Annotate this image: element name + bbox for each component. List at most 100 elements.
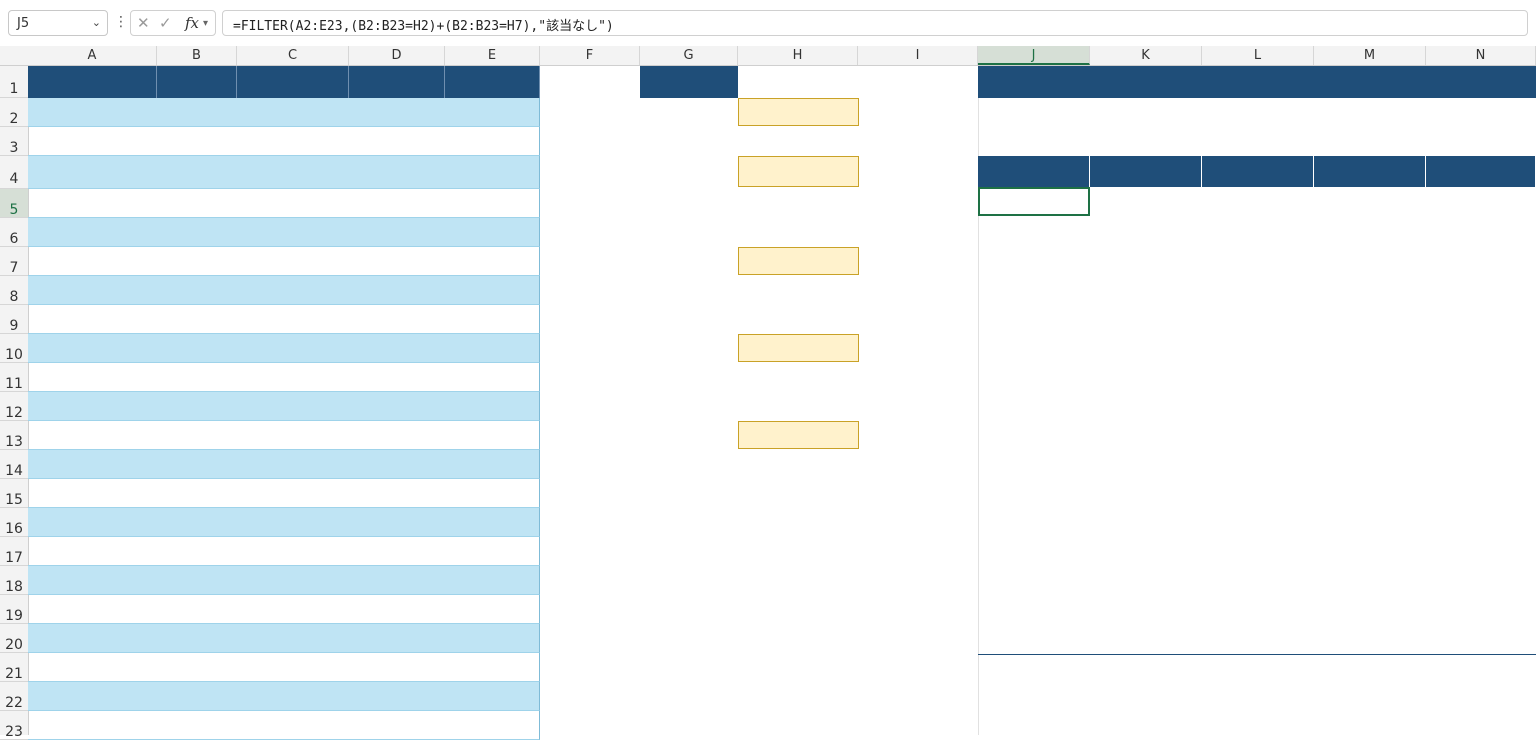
table-cell[interactable] bbox=[28, 98, 157, 127]
table-cell[interactable] bbox=[28, 450, 157, 479]
helper-f-cell[interactable] bbox=[540, 276, 640, 305]
table-cell[interactable] bbox=[349, 305, 445, 334]
table-cell[interactable] bbox=[157, 624, 237, 653]
helper-f-cell[interactable] bbox=[540, 711, 640, 740]
helper-g-cell[interactable] bbox=[640, 479, 738, 508]
helper-f-cell[interactable] bbox=[540, 156, 640, 189]
result-table-cell[interactable] bbox=[1202, 506, 1314, 535]
table-cell[interactable] bbox=[349, 595, 445, 624]
table-cell[interactable] bbox=[237, 537, 349, 566]
table-cell[interactable] bbox=[237, 156, 349, 189]
table-cell[interactable] bbox=[28, 392, 157, 421]
result-table-cell[interactable] bbox=[1314, 477, 1426, 506]
result-table-cell[interactable] bbox=[1314, 187, 1426, 216]
helper-g-cell[interactable] bbox=[640, 653, 738, 682]
row-header-17[interactable]: 17 bbox=[0, 537, 28, 566]
table-cell[interactable] bbox=[157, 653, 237, 682]
result-table-cell[interactable] bbox=[1314, 274, 1426, 303]
table-cell[interactable] bbox=[157, 392, 237, 421]
helper-f-cell[interactable] bbox=[540, 624, 640, 653]
result-table-cell[interactable] bbox=[1314, 361, 1426, 390]
table-cell[interactable] bbox=[28, 653, 157, 682]
result-table-cell[interactable] bbox=[1426, 622, 1536, 651]
fx-icon[interactable]: fx bbox=[185, 14, 199, 32]
table-cell[interactable] bbox=[28, 189, 157, 218]
table-cell[interactable] bbox=[349, 392, 445, 421]
helper-g-cell[interactable] bbox=[640, 156, 738, 189]
result-table-cell[interactable] bbox=[978, 303, 1090, 332]
result-table-cell[interactable] bbox=[978, 593, 1090, 622]
table-cell[interactable] bbox=[28, 421, 157, 450]
result-table-cell[interactable] bbox=[1202, 622, 1314, 651]
condition-input[interactable] bbox=[738, 156, 859, 187]
helper-f-cell[interactable] bbox=[540, 450, 640, 479]
table-cell[interactable] bbox=[445, 98, 540, 127]
result-table-cell[interactable] bbox=[978, 245, 1090, 274]
table-cell[interactable] bbox=[237, 508, 349, 537]
chevron-down-icon[interactable]: ⌄ bbox=[92, 16, 101, 29]
table-cell[interactable] bbox=[237, 189, 349, 218]
result-table-cell[interactable] bbox=[1202, 593, 1314, 622]
table-cell[interactable] bbox=[445, 653, 540, 682]
result-table-cell[interactable] bbox=[1090, 593, 1202, 622]
result-table-cell[interactable] bbox=[1426, 477, 1536, 506]
column-header-k[interactable]: K bbox=[1090, 46, 1202, 65]
column-header-g[interactable]: G bbox=[640, 46, 738, 65]
column-header-a[interactable]: A bbox=[28, 46, 157, 65]
result-table-cell[interactable] bbox=[1090, 245, 1202, 274]
helper-g-cell[interactable] bbox=[640, 450, 738, 479]
more-options-icon[interactable]: ⋮ bbox=[114, 14, 128, 30]
result-table-cell[interactable] bbox=[1090, 187, 1202, 216]
helper-g-cell[interactable] bbox=[640, 334, 738, 363]
result-table-cell[interactable] bbox=[1314, 622, 1426, 651]
branch-list-item[interactable] bbox=[860, 189, 978, 218]
table-cell[interactable] bbox=[349, 653, 445, 682]
table-cell[interactable] bbox=[349, 508, 445, 537]
helper-g-cell[interactable] bbox=[640, 566, 738, 595]
column-header-b[interactable]: B bbox=[157, 46, 237, 65]
result-table-cell[interactable] bbox=[1426, 187, 1536, 216]
row-header-22[interactable]: 22 bbox=[0, 682, 28, 711]
result-table-cell[interactable] bbox=[1314, 593, 1426, 622]
table-cell[interactable] bbox=[237, 711, 349, 740]
result-table-cell[interactable] bbox=[1426, 303, 1536, 332]
helper-g-cell[interactable] bbox=[640, 421, 738, 450]
table-cell[interactable] bbox=[28, 624, 157, 653]
result-table-cell[interactable] bbox=[1090, 535, 1202, 564]
table-cell[interactable] bbox=[349, 363, 445, 392]
table-cell[interactable] bbox=[349, 156, 445, 189]
result-table-cell[interactable] bbox=[978, 390, 1090, 419]
condition-input[interactable] bbox=[738, 334, 859, 362]
table-cell[interactable] bbox=[445, 682, 540, 711]
result-table-cell[interactable] bbox=[1314, 216, 1426, 245]
helper-f-cell[interactable] bbox=[540, 218, 640, 247]
row-header-5[interactable]: 5 bbox=[0, 189, 28, 218]
row-header-19[interactable]: 19 bbox=[0, 595, 28, 624]
result-table-cell[interactable] bbox=[1090, 390, 1202, 419]
row-header-14[interactable]: 14 bbox=[0, 450, 28, 479]
table-cell[interactable] bbox=[157, 421, 237, 450]
row-header-4[interactable]: 4 bbox=[0, 156, 28, 189]
result-table-cell[interactable] bbox=[1090, 448, 1202, 477]
table-cell[interactable] bbox=[349, 421, 445, 450]
table-cell[interactable] bbox=[445, 624, 540, 653]
result-table-cell[interactable] bbox=[1314, 419, 1426, 448]
table-cell[interactable] bbox=[28, 479, 157, 508]
row-header-11[interactable]: 11 bbox=[0, 363, 28, 392]
table-cell[interactable] bbox=[157, 537, 237, 566]
result-table-cell[interactable] bbox=[1202, 564, 1314, 593]
column-header-c[interactable]: C bbox=[237, 46, 349, 65]
table-cell[interactable] bbox=[349, 479, 445, 508]
table-cell[interactable] bbox=[28, 537, 157, 566]
table-cell[interactable] bbox=[28, 363, 157, 392]
table-cell[interactable] bbox=[349, 247, 445, 276]
result-table-cell[interactable] bbox=[1426, 274, 1536, 303]
helper-f-cell[interactable] bbox=[540, 653, 640, 682]
column-header-d[interactable]: D bbox=[349, 46, 445, 65]
result-table-cell[interactable] bbox=[1314, 564, 1426, 593]
table-cell[interactable] bbox=[157, 247, 237, 276]
helper-f-cell[interactable] bbox=[540, 537, 640, 566]
table-cell[interactable] bbox=[237, 682, 349, 711]
result-table-cell[interactable] bbox=[1314, 245, 1426, 274]
table-cell[interactable] bbox=[445, 450, 540, 479]
